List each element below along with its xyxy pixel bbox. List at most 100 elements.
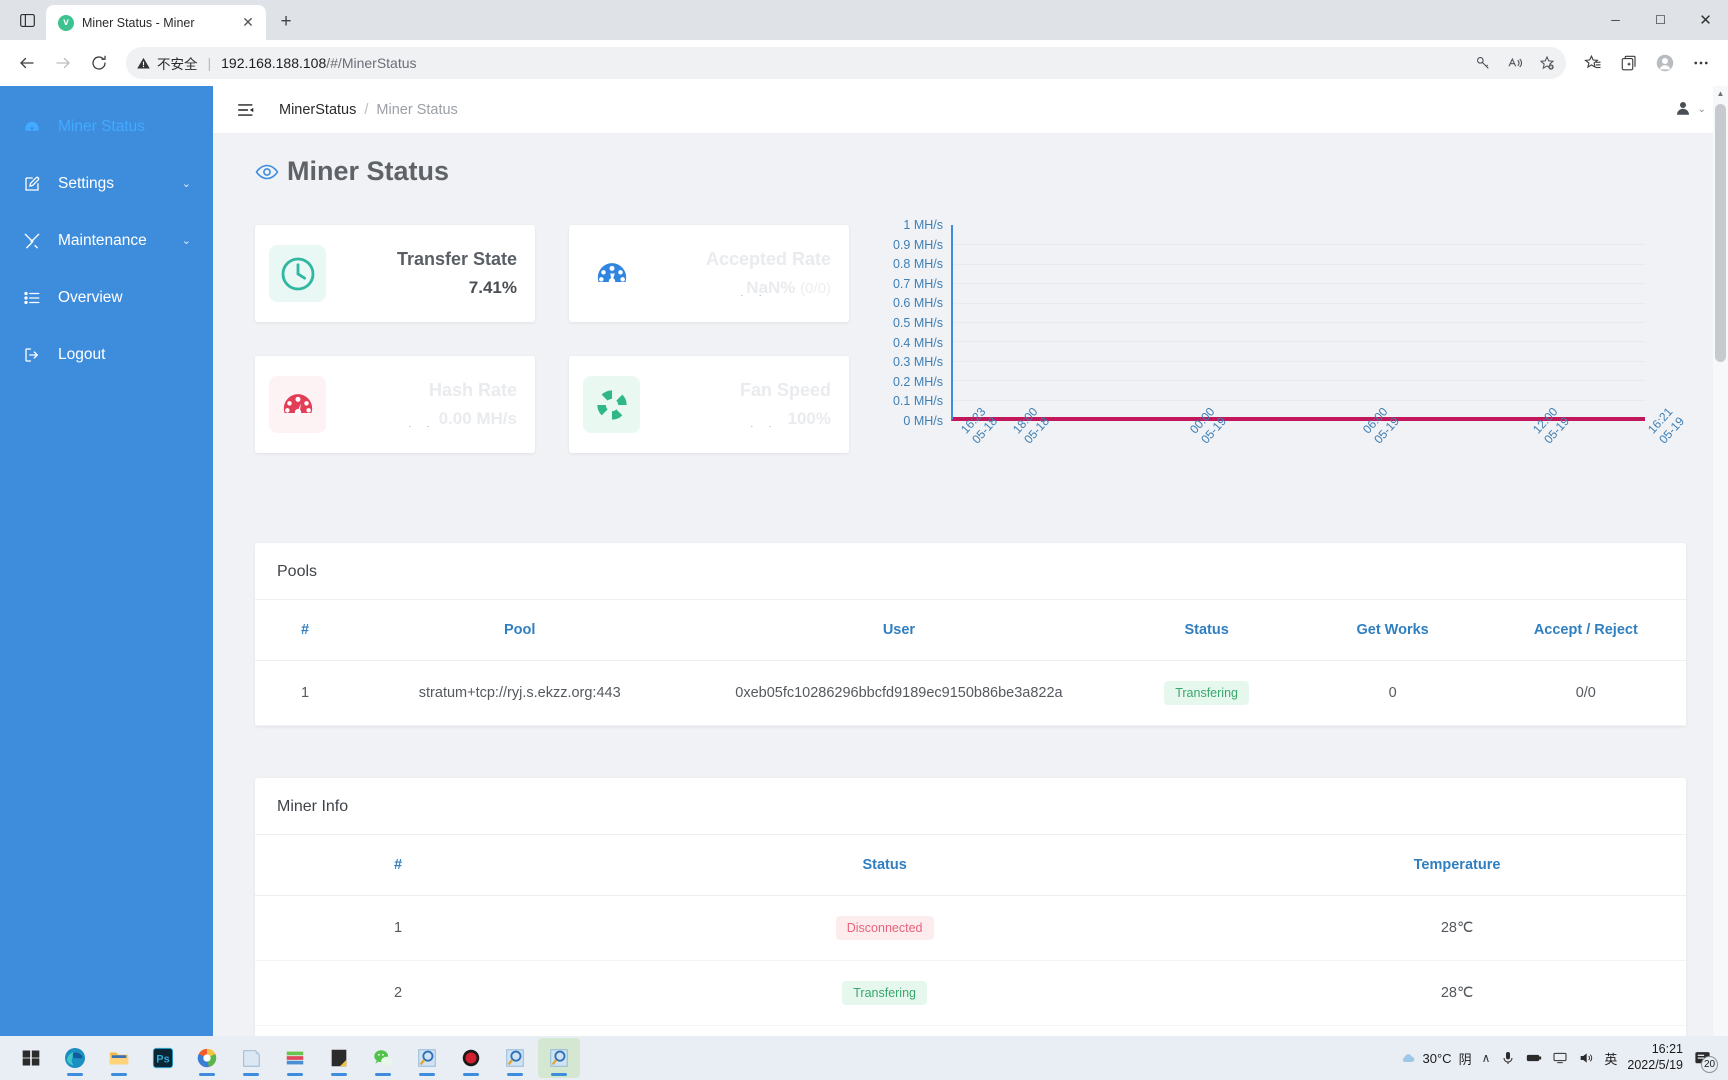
new-tab-button[interactable]: + bbox=[270, 7, 302, 37]
x-axis-tick: 16:21 05-19 bbox=[1645, 404, 1688, 447]
taskbar-app-wechat[interactable] bbox=[362, 1038, 404, 1078]
close-window-button[interactable]: ✕ bbox=[1683, 0, 1728, 40]
forward-icon[interactable] bbox=[46, 46, 80, 80]
table-header-row: # Status Temperature bbox=[255, 835, 1686, 896]
status-badge: Disconnected bbox=[835, 916, 934, 940]
cell-get-works: 0 bbox=[1299, 660, 1486, 726]
cell-user: 0xeb05fc10286296bbcfd9189ec9150b86be3a82… bbox=[684, 660, 1114, 726]
start-button[interactable] bbox=[10, 1038, 52, 1078]
close-tab-icon[interactable]: ✕ bbox=[238, 13, 258, 33]
address-bar[interactable]: 不安全 | 192.168.188.108/#/MinerStatus bbox=[126, 47, 1566, 79]
loading-spinner-icon bbox=[745, 414, 771, 427]
sidebar-item-label: Maintenance bbox=[58, 231, 147, 249]
breadcrumb-current: Miner Status bbox=[376, 101, 458, 118]
sidebar-item-maintenance[interactable]: Maintenance ⌄ bbox=[0, 212, 213, 269]
taskbar-app-editor[interactable] bbox=[318, 1038, 360, 1078]
password-key-icon[interactable] bbox=[1468, 49, 1498, 77]
maximize-window-button[interactable]: ☐ bbox=[1638, 0, 1683, 40]
add-favorite-icon[interactable] bbox=[1532, 49, 1562, 77]
taskbar-app-recorder[interactable] bbox=[450, 1038, 492, 1078]
chevron-down-icon: ⌄ bbox=[1697, 104, 1706, 115]
taskbar-app-photoshop[interactable]: Ps bbox=[142, 1038, 184, 1078]
sidebar-item-miner-status[interactable]: Miner Status bbox=[0, 98, 213, 155]
loading-spinner-icon bbox=[403, 414, 429, 427]
cell-index: 1 bbox=[255, 895, 542, 961]
reload-icon[interactable] bbox=[82, 46, 116, 80]
cell-temperature: 28℃ bbox=[1228, 960, 1686, 1026]
pools-panel-title: Pools bbox=[255, 543, 1686, 600]
sidebar-item-overview[interactable]: Overview bbox=[0, 269, 213, 326]
browser-settings-menu-icon[interactable] bbox=[1684, 46, 1718, 80]
status-badge: Transfering bbox=[842, 981, 927, 1005]
taskbar-app-search-tool-3[interactable] bbox=[538, 1038, 580, 1078]
sidebar-item-label: Settings bbox=[58, 174, 115, 192]
notification-count-badge: 20 bbox=[1701, 1055, 1718, 1073]
stat-cards: Transfer State 7.41% Accepted Rate NaN% … bbox=[255, 225, 849, 453]
browser-tab[interactable]: v Miner Status - Miner ✕ bbox=[46, 5, 266, 40]
taskbar-app-edge[interactable] bbox=[54, 1038, 96, 1078]
url-host: 192.168.188.108 bbox=[221, 55, 327, 71]
scroll-up-arrow-icon[interactable]: ▲ bbox=[1713, 86, 1728, 101]
profile-avatar[interactable] bbox=[1648, 46, 1682, 80]
cell-status: Transfering bbox=[1113, 660, 1300, 726]
column-header-pool: Pool bbox=[355, 600, 685, 661]
windows-taskbar: Ps 30°C 阴 ∧ 英 16:21 2022/5/19 20 bbox=[0, 1036, 1728, 1080]
back-icon[interactable] bbox=[10, 46, 44, 80]
tab-search-icon[interactable] bbox=[8, 3, 46, 37]
taskbar-app-winrar[interactable] bbox=[274, 1038, 316, 1078]
minimize-window-button[interactable]: ─ bbox=[1593, 0, 1638, 40]
miner-info-table: # Status Temperature 1 Disconnected 28℃ bbox=[255, 835, 1686, 1036]
cell-pool: stratum+tcp://ryj.s.ekzz.org:443 bbox=[355, 660, 685, 726]
microphone-icon[interactable] bbox=[1500, 1050, 1516, 1066]
volume-icon[interactable] bbox=[1578, 1050, 1594, 1066]
column-header-accept-reject: Accept / Reject bbox=[1485, 600, 1686, 661]
page-scrollbar[interactable]: ▲ bbox=[1713, 86, 1728, 1036]
collapse-menu-icon[interactable] bbox=[235, 101, 257, 119]
taskbar-app-notes[interactable] bbox=[230, 1038, 272, 1078]
taskbar-app-search-tool-1[interactable] bbox=[406, 1038, 448, 1078]
taskbar-app-browser[interactable] bbox=[186, 1038, 228, 1078]
taskbar-app-search-tool-2[interactable] bbox=[494, 1038, 536, 1078]
table-row: 2 Transfering 28℃ bbox=[255, 960, 1686, 1026]
page-content: Miner Status Transfer State 7.41% Accept… bbox=[213, 134, 1728, 1036]
svg-text:Ps: Ps bbox=[156, 1054, 169, 1066]
tray-overflow-chevron-icon[interactable]: ∧ bbox=[1482, 1051, 1491, 1065]
miner-info-panel: Miner Info # Status Temperature 1 Discon… bbox=[255, 778, 1686, 1036]
edit-icon bbox=[22, 175, 42, 193]
taskbar-app-file-explorer[interactable] bbox=[98, 1038, 140, 1078]
user-menu[interactable]: ⌄ bbox=[1674, 99, 1706, 120]
favorites-icon[interactable] bbox=[1576, 46, 1610, 80]
sidebar-item-settings[interactable]: Settings ⌄ bbox=[0, 155, 213, 212]
scrollbar-thumb[interactable] bbox=[1715, 104, 1726, 362]
cell-temperature: 28℃ bbox=[1228, 1025, 1686, 1036]
fan-icon bbox=[583, 376, 640, 433]
breadcrumb-root[interactable]: MinerStatus bbox=[279, 102, 356, 118]
notification-center-button[interactable]: 20 bbox=[1693, 1049, 1718, 1073]
read-aloud-icon[interactable] bbox=[1500, 49, 1530, 77]
tab-favicon-icon: v bbox=[58, 14, 74, 31]
tools-icon bbox=[22, 232, 42, 250]
battery-icon[interactable] bbox=[1526, 1050, 1542, 1066]
page-title-text: Miner Status bbox=[287, 156, 450, 186]
pools-table: # Pool User Status Get Works Accept / Re… bbox=[255, 600, 1686, 726]
y-axis-tick: 0.7 MH/s bbox=[892, 276, 943, 291]
weather-widget[interactable]: 30°C 阴 bbox=[1400, 1049, 1472, 1068]
y-axis-tick: 0.3 MH/s bbox=[892, 355, 943, 370]
cell-index: 2 bbox=[255, 960, 542, 1026]
browser-window: v Miner Status - Miner ✕ + ─ ☐ ✕ 不安全 | 1… bbox=[0, 0, 1728, 1080]
breadcrumb-separator: / bbox=[364, 101, 369, 118]
chart-x-axis: 16:23 05-18 18:00 05-18 00:00 05-19 06:0… bbox=[951, 405, 1687, 479]
sidebar-item-logout[interactable]: Logout bbox=[0, 326, 213, 383]
column-header-status: Status bbox=[541, 835, 1229, 896]
system-tray: 30°C 阴 ∧ 英 16:21 2022/5/19 20 bbox=[1400, 1042, 1722, 1073]
security-warning[interactable]: 不安全 bbox=[136, 53, 198, 73]
clock-widget[interactable]: 16:21 2022/5/19 bbox=[1627, 1042, 1683, 1073]
column-header-user: User bbox=[684, 600, 1114, 661]
stat-card-value-sub: (0/0) bbox=[800, 280, 831, 297]
ime-indicator[interactable]: 英 bbox=[1604, 1049, 1617, 1068]
network-icon[interactable] bbox=[1552, 1050, 1568, 1066]
stat-card-text: Transfer State 7.41% bbox=[326, 249, 517, 298]
collections-icon[interactable] bbox=[1612, 46, 1646, 80]
sidebar-item-label: Overview bbox=[58, 288, 123, 306]
table-row: 1 Disconnected 28℃ bbox=[255, 895, 1686, 961]
